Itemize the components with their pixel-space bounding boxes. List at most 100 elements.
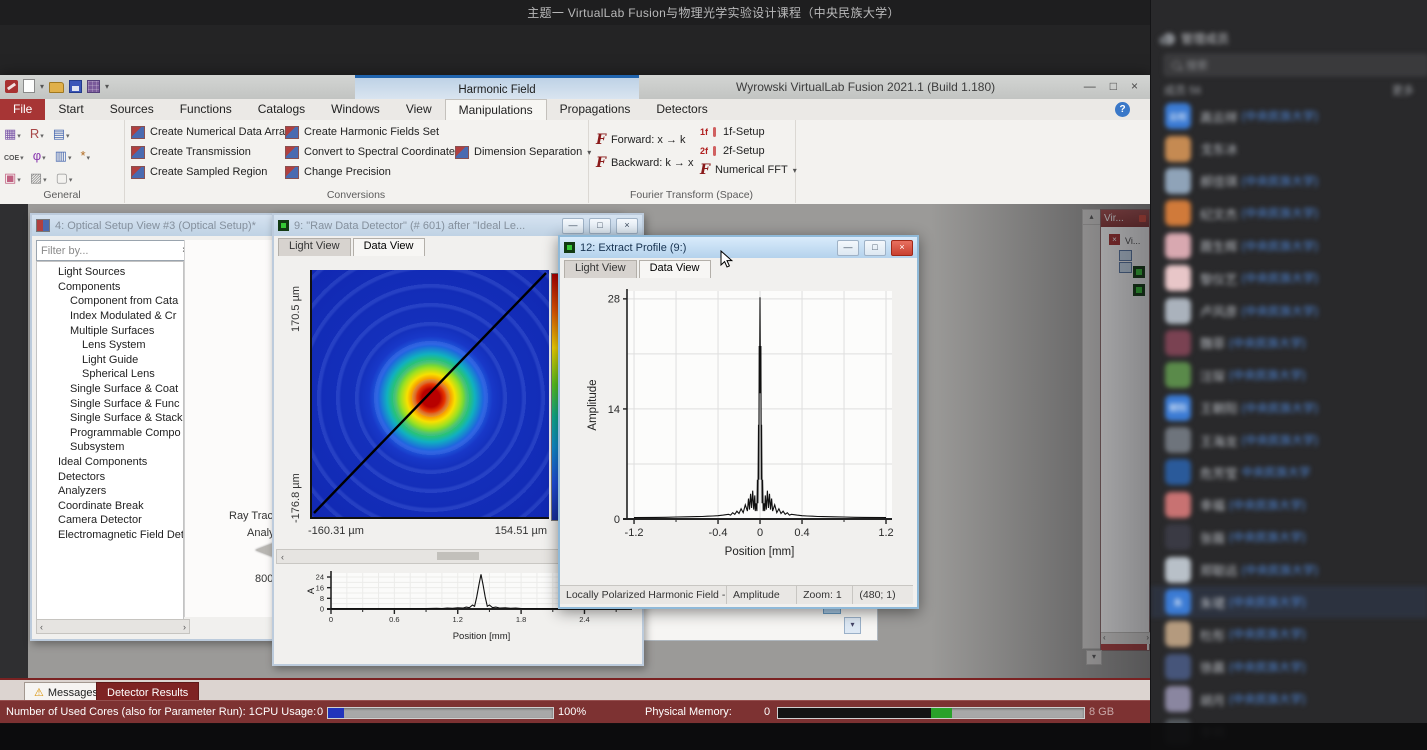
general-tool-icon[interactable]: ▣▾ [4, 169, 21, 187]
participant-row[interactable]: 王海龙 (中央民族大学) 静音 [1151, 424, 1427, 456]
participant-row[interactable]: 张薇 (中央民族大学) 静音 [1151, 521, 1427, 553]
scroll-down-icon[interactable]: ▾ [1086, 650, 1102, 665]
tab-file[interactable]: File [0, 99, 45, 120]
participant-row[interactable]: 黎仪艺 (中央民族大学) 静音 [1151, 262, 1427, 294]
save-icon[interactable] [69, 80, 82, 93]
scroll-left-icon[interactable]: ‹ [277, 552, 288, 562]
ribbon-button[interactable]: Change Precision [285, 164, 461, 180]
tree-item[interactable]: - Multiple Surfaces [49, 323, 183, 338]
participant-row[interactable]: 朝阳 王朝阳 (中央民族大学) 静音 [1151, 392, 1427, 424]
general-tool-icon[interactable]: ▨▾ [30, 169, 47, 187]
scroll-up-icon[interactable]: ▴ [1083, 210, 1100, 225]
document-node-icon[interactable] [1119, 262, 1132, 273]
ribbon-button[interactable]: Create Numerical Data Array [131, 124, 291, 140]
ribbon-tab[interactable]: Manipulations [445, 99, 547, 120]
maximize-button[interactable]: □ [589, 218, 611, 234]
close-button[interactable]: × [891, 240, 913, 256]
maximize-button[interactable]: □ [1110, 80, 1117, 92]
open-icon[interactable] [49, 82, 64, 93]
participant-row[interactable]: 朱 朱珺 (中央民族大学) 静音 [1151, 586, 1427, 618]
tree-item[interactable]: - Components [37, 280, 183, 295]
participant-row[interactable]: 郝佳琪 (中央民族大学) 静音 [1151, 165, 1427, 197]
extract-profile-titlebar[interactable]: 12: Extract Profile (9:) — □ × [560, 237, 917, 258]
calculator-icon[interactable] [87, 80, 100, 93]
participant-row[interactable]: 胡月 (中央民族大学) 静音 [1151, 683, 1427, 715]
participant-row[interactable]: 幸福 (中央民族大学) 静音 [1151, 489, 1427, 521]
participant-row[interactable]: 云校 高云祥 (中央民族大学) 静音 [1151, 100, 1427, 132]
participant-row[interactable]: 卢风彦 (中央民族大学) 静音 [1151, 294, 1427, 326]
participant-row[interactable]: 危芳莹 中央民族大学 静音 [1151, 456, 1427, 488]
scroll-right-icon[interactable]: › [183, 622, 186, 632]
scroll-right-icon[interactable]: › [1146, 633, 1149, 644]
tree-item[interactable]: + Single Surface & Coat [49, 382, 183, 397]
ribbon-tab[interactable]: Windows [318, 99, 393, 120]
scroll-down-icon[interactable]: ▾ [844, 617, 861, 634]
tree-item[interactable]: + Detectors [37, 469, 183, 484]
new-document-icon[interactable] [23, 79, 35, 93]
minimize-button[interactable]: — [1084, 80, 1096, 92]
context-tab-harmonic-field[interactable]: Harmonic Field [355, 75, 639, 102]
tab-light-view[interactable]: Light View [278, 238, 351, 256]
more-link[interactable]: 更多 [1392, 82, 1414, 98]
explorer-titlebar[interactable]: Vir... [1101, 210, 1149, 227]
new-document-dropdown-icon[interactable]: ▾ [40, 82, 44, 91]
ribbon-button[interactable]: Create Transmission [131, 144, 291, 160]
tree-item[interactable]: + Single Surface & Stack [49, 411, 183, 426]
ribbon-tab[interactable]: Sources [97, 99, 167, 120]
participant-row[interactable]: 纪文杰 (中央民族大学) 静音 [1151, 197, 1427, 229]
help-icon[interactable]: ? [1115, 102, 1130, 117]
participant-row[interactable]: 郑聪远 (中央民族大学) 静音 [1151, 553, 1427, 585]
tree-item[interactable]: + Index Modulated & Cr [49, 309, 183, 324]
close-icon[interactable] [1139, 215, 1146, 222]
detector-node-icon[interactable] [1133, 284, 1145, 296]
close-button[interactable]: × [1131, 80, 1138, 92]
tree-item[interactable]: + Single Surface & Func [49, 396, 183, 411]
qat-customize-icon[interactable]: ▾ [105, 82, 109, 91]
fft-setup-button[interactable]: 2f2f-Setup [700, 143, 797, 159]
detector-colormap[interactable] [310, 270, 549, 519]
general-tool-icon[interactable]: *▾ [80, 147, 90, 165]
scrollbar-thumb[interactable] [437, 552, 479, 560]
minimize-button[interactable]: — [562, 218, 584, 234]
raw-data-titlebar[interactable]: 9: "Raw Data Detector" (# 601) after "Id… [274, 215, 642, 236]
ribbon-button[interactable]: Create Harmonic Fields Set [285, 124, 461, 140]
tree-item[interactable]: Coordinate Break [37, 499, 183, 514]
ribbon-tab[interactable]: Propagations [547, 99, 644, 120]
tree-item[interactable]: + Analyzers [37, 484, 183, 499]
tree-item[interactable]: + Light Sources [37, 265, 183, 280]
scroll-left-icon[interactable]: ‹ [1103, 633, 1106, 644]
participant-row[interactable]: 戈东冰 静音 [1151, 132, 1427, 164]
participant-row[interactable]: 聂生辉 (中央民族大学) 静音 [1151, 230, 1427, 262]
minimize-button[interactable]: — [837, 240, 859, 256]
general-tool-icon[interactable]: ▦▾ [4, 125, 21, 143]
maximize-button[interactable]: □ [864, 240, 886, 256]
dimension-separation-button[interactable]: Dimension Separation▾ [455, 144, 591, 160]
participant-row[interactable]: 魏菲 (中央民族大学) 静音 [1151, 327, 1427, 359]
tree-item[interactable]: Light Guide [61, 353, 183, 368]
document-node-icon[interactable] [1119, 250, 1132, 261]
tree-item[interactable]: Spherical Lens [61, 367, 183, 382]
ribbon-tab[interactable]: Functions [167, 99, 245, 120]
search-input[interactable]: 搜索 [1164, 54, 1427, 76]
ribbon-tab[interactable]: Catalogs [245, 99, 318, 120]
participant-row[interactable]: 徐晨 (中央民族大学) 静音 [1151, 651, 1427, 683]
tree-item[interactable]: Component from Cata [49, 294, 183, 309]
tab-light-view[interactable]: Light View [564, 260, 637, 278]
tree-item[interactable]: Camera Detector [37, 513, 183, 528]
tab-data-view[interactable]: Data View [353, 238, 425, 256]
general-tool-icon[interactable]: φ▾ [33, 147, 46, 165]
explorer-hscrollbar[interactable]: ‹ › [1101, 632, 1150, 644]
vertical-scrollbar[interactable]: ▴ [1082, 209, 1101, 649]
tree-item[interactable]: Programmable Compo [49, 426, 183, 441]
tree-item[interactable]: Subsystem [49, 440, 183, 455]
fft-setup-button[interactable]: 1f1f-Setup [700, 124, 797, 140]
general-tool-icon[interactable]: ▥▾ [55, 147, 72, 165]
tab-detector-results[interactable]: Detector Results [96, 682, 199, 702]
close-button[interactable]: × [616, 218, 638, 234]
fourier-transform-button[interactable]: FBackward: k → x [596, 155, 693, 171]
detector-node-icon[interactable] [1133, 266, 1145, 278]
participant-row[interactable]: 杜彤 (中央民族大学) 静音 [1151, 618, 1427, 650]
ribbon-button[interactable]: Convert to Spectral Coordinates [285, 144, 461, 160]
tree-item[interactable]: + Ideal Components [37, 455, 183, 470]
tree-item[interactable]: Lens System [61, 338, 183, 353]
